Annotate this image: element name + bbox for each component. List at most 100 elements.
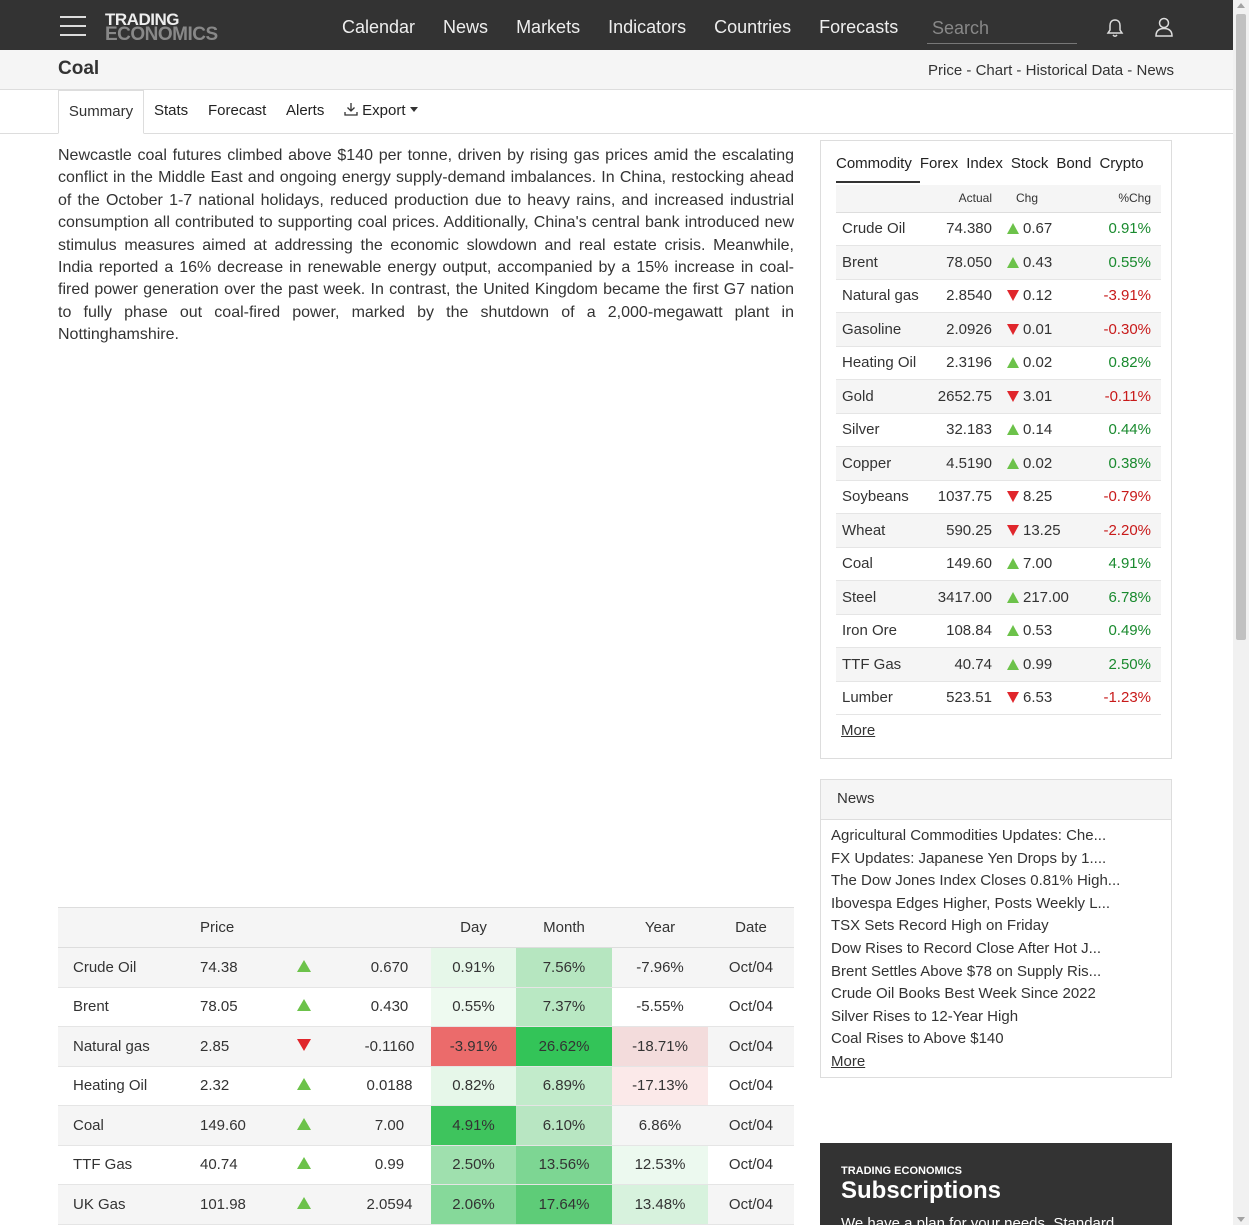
widget-row[interactable]: Wheat 590.25 13.25 -2.20% xyxy=(836,513,1161,548)
widget-row-name[interactable]: Coal xyxy=(836,547,924,581)
crumb-chart[interactable]: Chart xyxy=(976,62,1013,79)
widget-row-name[interactable]: Steel xyxy=(836,580,924,615)
nav-news[interactable]: News xyxy=(443,17,488,38)
news-item[interactable]: Agricultural Commodities Updates: Che... xyxy=(831,825,1120,848)
widget-tab-index[interactable]: Index xyxy=(966,155,1003,172)
widget-row[interactable]: Iron Ore 108.84 0.53 0.49% xyxy=(836,614,1161,648)
widget-tab-commodity[interactable]: Commodity xyxy=(836,155,912,172)
row-name: TTF Gas xyxy=(58,1145,188,1185)
widget-row[interactable]: Brent 78.050 0.43 0.55% xyxy=(836,245,1161,280)
scrollbar[interactable] xyxy=(1233,0,1249,1225)
widget-row[interactable]: Natural gas 2.8540 0.12 -3.91% xyxy=(836,279,1161,313)
widget-row-actual: 523.51 xyxy=(924,681,1004,715)
scroll-up-icon[interactable] xyxy=(1237,3,1245,8)
news-item[interactable]: TSX Sets Record High on Friday xyxy=(831,915,1120,938)
news-item[interactable]: Crude Oil Books Best Week Since 2022 xyxy=(831,983,1120,1006)
news-item[interactable]: FX Updates: Japanese Yen Drops by 1.... xyxy=(831,848,1120,871)
widget-row-name[interactable]: Silver xyxy=(836,413,924,447)
row-price: 101.98 xyxy=(188,1184,260,1225)
table-row[interactable]: UK Gas 101.98 2.0594 2.06% 17.64% 13.48% Oct/0… xyxy=(58,1184,794,1225)
table-row[interactable]: Crude Oil 74.38 0.670 0.91% 7.56% -7.96% Oct/0… xyxy=(58,947,794,988)
nav-forecasts[interactable]: Forecasts xyxy=(819,17,898,38)
nav-markets[interactable]: Markets xyxy=(516,17,580,38)
widget-row-chg-value: 3.01 xyxy=(1023,387,1053,405)
news-item[interactable]: Dow Rises to Record Close After Hot J... xyxy=(831,938,1120,961)
tab-export[interactable]: Export xyxy=(344,90,418,134)
widget-row-pct: 0.38% xyxy=(1086,446,1161,481)
widget-tab-bond[interactable]: Bond xyxy=(1056,155,1091,172)
breadcrumb: Price - Chart - Historical Data - News xyxy=(928,62,1174,79)
widget-row[interactable]: Gold 2652.75 3.01 -0.11% xyxy=(836,379,1161,414)
search-input[interactable] xyxy=(927,14,1077,44)
widget-tab-crypto[interactable]: Crypto xyxy=(1099,155,1143,172)
row-month: 13.56% xyxy=(516,1145,612,1185)
widget-row-name[interactable]: Iron Ore xyxy=(836,614,924,648)
news-more-link[interactable]: More xyxy=(831,1051,1120,1074)
widget-row[interactable]: TTF Gas 40.74 0.99 2.50% xyxy=(836,647,1161,682)
widget-row-chg-value: 0.14 xyxy=(1023,421,1053,439)
widget-row[interactable]: Coal 149.60 7.00 4.91% xyxy=(836,547,1161,581)
widget-row-name[interactable]: Wheat xyxy=(836,513,924,548)
nav-countries[interactable]: Countries xyxy=(714,17,791,38)
crumb-historical[interactable]: Historical Data xyxy=(1026,62,1124,79)
news-item[interactable]: Silver Rises to 12-Year High xyxy=(831,1006,1120,1029)
widget-row[interactable]: Heating Oil 2.3196 0.02 0.82% xyxy=(836,346,1161,380)
widget-row-name[interactable]: Crude Oil xyxy=(836,212,924,246)
download-icon xyxy=(344,103,358,116)
widget-row-name[interactable]: Gasoline xyxy=(836,312,924,347)
nav-calendar[interactable]: Calendar xyxy=(342,17,415,38)
widget-row[interactable]: Gasoline 2.0926 0.01 -0.30% xyxy=(836,312,1161,347)
scroll-thumb[interactable] xyxy=(1236,14,1246,640)
crumb-price[interactable]: Price xyxy=(928,62,962,79)
subscriptions-banner[interactable]: TRADING ECONOMICS Subscriptions We have … xyxy=(820,1143,1172,1225)
tab-forecast[interactable]: Forecast xyxy=(208,90,266,134)
bell-icon[interactable] xyxy=(1106,18,1124,38)
logo[interactable]: TRADING ECONOMICS xyxy=(105,11,218,44)
widget-tab-stock[interactable]: Stock xyxy=(1011,155,1049,172)
news-item[interactable]: Brent Settles Above $78 on Supply Ris... xyxy=(831,961,1120,984)
row-year: -17.13% xyxy=(612,1066,708,1106)
active-tab-indicator xyxy=(836,181,920,183)
widget-row[interactable]: Copper 4.5190 0.02 0.38% xyxy=(836,446,1161,481)
menu-icon[interactable] xyxy=(60,16,86,36)
nav-indicators[interactable]: Indicators xyxy=(608,17,686,38)
widget-row-chg-value: 13.25 xyxy=(1023,521,1061,539)
crumb-separator: - xyxy=(1123,62,1137,79)
scroll-down-icon[interactable] xyxy=(1237,1217,1245,1222)
widget-row[interactable]: Lumber 523.51 6.53 -1.23% xyxy=(836,681,1161,715)
tab-stats[interactable]: Stats xyxy=(154,90,188,134)
tab-alerts[interactable]: Alerts xyxy=(286,90,324,134)
widget-more-link[interactable]: More xyxy=(841,722,875,739)
widget-row-actual: 1037.75 xyxy=(924,480,1004,514)
table-row[interactable]: Brent 78.05 0.430 0.55% 7.37% -5.55% Oct/04 xyxy=(58,987,794,1027)
row-price: 149.60 xyxy=(188,1105,260,1146)
table-row[interactable]: TTF Gas 40.74 0.99 2.50% 13.56% 12.53% Oct/04 xyxy=(58,1145,794,1185)
widget-row-chg-value: 0.99 xyxy=(1023,655,1053,673)
widget-row[interactable]: Crude Oil 74.380 0.67 0.91% xyxy=(836,212,1161,246)
table-row[interactable]: Heating Oil 2.32 0.0188 0.82% 6.89% -17.13% Oc… xyxy=(58,1066,794,1106)
widget-row-chg: 7.00 xyxy=(1004,547,1086,581)
widget-row[interactable]: Soybeans 1037.75 8.25 -0.79% xyxy=(836,480,1161,514)
news-item[interactable]: The Dow Jones Index Closes 0.81% High... xyxy=(831,870,1120,893)
widget-row-name[interactable]: Soybeans xyxy=(836,480,924,514)
widget-row-name[interactable]: Gold xyxy=(836,379,924,414)
widget-row-name[interactable]: Heating Oil xyxy=(836,346,924,380)
widget-row-name[interactable]: Copper xyxy=(836,446,924,481)
widget-row-name[interactable]: Natural gas xyxy=(836,279,924,313)
row-day: 4.91% xyxy=(431,1105,516,1146)
tab-summary[interactable]: Summary xyxy=(58,90,144,134)
user-icon[interactable] xyxy=(1154,17,1174,37)
row-price: 40.74 xyxy=(188,1145,260,1185)
news-item[interactable]: Coal Rises to Above $140 xyxy=(831,1028,1120,1051)
crumb-news[interactable]: News xyxy=(1136,62,1174,79)
news-item[interactable]: Ibovespa Edges Higher, Posts Weekly L... xyxy=(831,893,1120,916)
table-row[interactable]: Coal 149.60 7.00 4.91% 6.10% 6.86% Oct/04 xyxy=(58,1105,794,1146)
widget-tab-forex[interactable]: Forex xyxy=(920,155,958,172)
widget-row[interactable]: Steel 3417.00 217.00 6.78% xyxy=(836,580,1161,615)
widget-row-name[interactable]: Lumber xyxy=(836,681,924,715)
widget-row[interactable]: Silver 32.183 0.14 0.44% xyxy=(836,413,1161,447)
row-year: -18.71% xyxy=(612,1026,708,1067)
table-row[interactable]: Natural gas 2.85 -0.1160 -3.91% 26.62% -18.71… xyxy=(58,1026,794,1067)
widget-row-name[interactable]: TTF Gas xyxy=(836,647,924,682)
widget-row-name[interactable]: Brent xyxy=(836,245,924,280)
